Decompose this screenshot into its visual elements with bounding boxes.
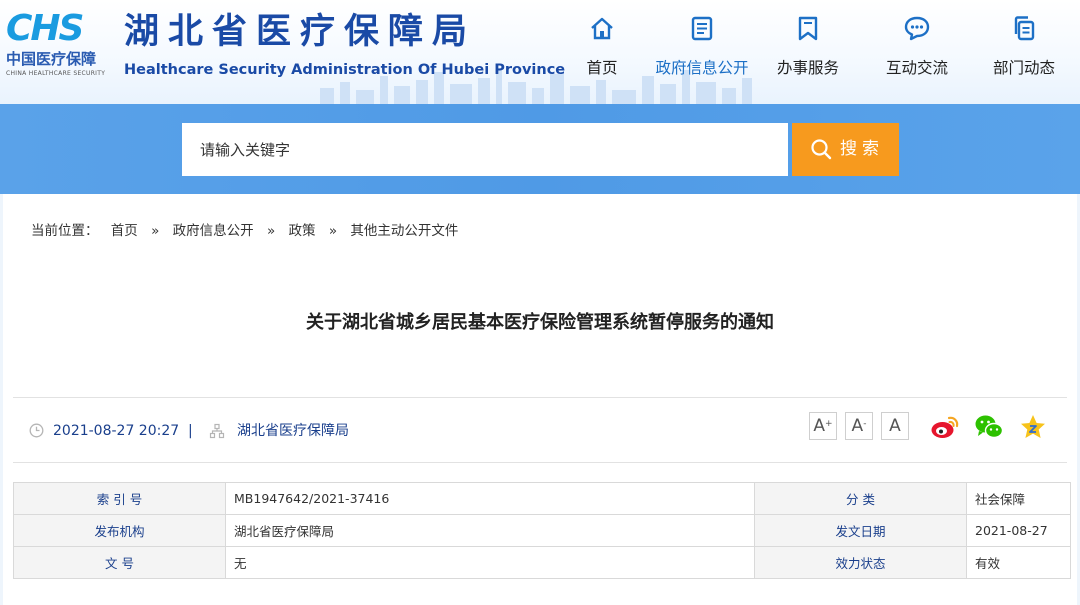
nav-item-dept-news[interactable]: 部门动态 [970,10,1078,90]
font-glyph-sup: + [825,419,833,429]
main-nav: 首页 政府信息公开 办事服务 互动交流 部门动态 [548,10,1080,90]
nav-label: 互动交流 [885,59,948,77]
logo-chinese-text: 中国医疗保障 [6,50,97,68]
search-input[interactable] [182,123,788,176]
document-info-table: 索 引 号 MB1947642/2021-37416 分 类 社会保障 发布机构… [13,482,1071,579]
nav-item-interaction[interactable]: 互动交流 [863,10,971,90]
site-title-chinese: 湖北省医疗保障局 [124,12,477,52]
index-number-value: MB1947642/2021-37416 [225,482,755,515]
chs-logo[interactable]: CHS 中国医疗保障 CHINA HEALTHCARE SECURITY [6,8,110,78]
copy-icon [1014,16,1035,41]
category-label: 分 类 [754,482,967,515]
breadcrumb: 当前位置： 首页 » 政府信息公开 » 政策 » 其他主动公开文件 [31,222,458,240]
breadcrumb-other-files[interactable]: 其他主动公开文件 [350,223,458,239]
document-number-value: 无 [225,546,755,579]
breadcrumb-separator: » [151,223,160,239]
table-row: 发布机构 湖北省医疗保障局 发文日期 2021-08-27 [13,514,1071,547]
index-number-label: 索 引 号 [13,482,226,515]
article-container: 当前位置： 首页 » 政府信息公开 » 政策 » 其他主动公开文件 关于湖北省城… [3,194,1077,605]
nav-item-gov-info[interactable]: 政府信息公开 [648,10,756,90]
meta-divider: | [188,423,193,439]
font-glyph: A [851,416,864,436]
font-size-default-button[interactable]: A [881,412,909,440]
nav-label: 办事服务 [776,59,839,77]
font-size-increase-button[interactable]: A+ [809,412,837,440]
site-title-english: Healthcare Security Administration Of Hu… [124,62,566,78]
chat-bubble-icon [904,16,930,41]
nav-item-home[interactable]: 首页 [548,10,656,90]
issue-date-label: 发文日期 [754,514,967,547]
document-number-label: 文 号 [13,546,226,579]
category-value: 社会保障 [966,482,1071,515]
font-glyph: A [889,416,901,436]
weibo-icon[interactable] [930,413,960,441]
publisher-value: 湖北省医疗保障局 [225,514,755,547]
font-glyph-sup: - [863,419,867,429]
search-button-label: 搜索 [840,139,884,159]
font-glyph: A [813,416,826,436]
site-header: CHS 中国医疗保障 CHINA HEALTHCARE SECURITY 湖北省… [0,0,1080,104]
breadcrumb-separator: » [328,223,338,239]
nav-label: 政府信息公开 [655,59,749,77]
favorite-star-icon[interactable] [1018,413,1048,441]
publish-source: 湖北省医疗保障局 [237,423,349,439]
logo-mark: CHS [6,8,84,49]
validity-status-label: 效力状态 [754,546,967,579]
validity-status-value: 有效 [966,546,1071,579]
home-icon [591,17,613,40]
publish-date: 2021-08-27 20:27 [53,423,180,439]
breadcrumb-policy[interactable]: 政策 [289,223,316,239]
table-row: 索 引 号 MB1947642/2021-37416 分 类 社会保障 [13,482,1071,515]
article-title: 关于湖北省城乡居民基本医疗保险管理系统暂停服务的通知 [306,312,774,333]
font-size-decrease-button[interactable]: A- [845,412,873,440]
publisher-label: 发布机构 [13,514,226,547]
breadcrumb-prefix: 当前位置： [31,223,99,239]
wechat-icon[interactable] [974,413,1004,441]
nav-item-services[interactable]: 办事服务 [754,10,862,90]
document-list-icon [691,16,713,41]
clock-icon [29,423,44,438]
breadcrumb-separator: » [266,223,276,239]
nav-label: 首页 [586,59,618,77]
logo-english-text: CHINA HEALTHCARE SECURITY [6,70,106,77]
breadcrumb-home[interactable]: 首页 [111,223,138,239]
organization-icon [209,423,225,439]
divider [13,462,1067,463]
breadcrumb-gov-info[interactable]: 政府信息公开 [173,223,254,239]
nav-label: 部门动态 [992,59,1055,77]
search-icon [811,139,832,160]
table-row: 文 号 无 效力状态 有效 [13,546,1071,579]
article-meta: 2021-08-27 20:27 | 湖北省医疗保障局 A+ A- A [3,398,1077,462]
bookmark-icon [798,16,818,41]
issue-date-value: 2021-08-27 [966,514,1071,547]
search-button[interactable]: 搜索 [792,123,899,176]
